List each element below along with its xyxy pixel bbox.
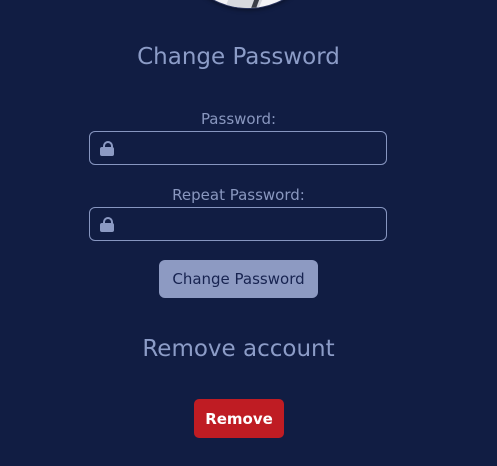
change-password-button[interactable]: Change Password [159, 260, 318, 298]
repeat-password-label: Repeat Password: [172, 186, 305, 204]
password-label: Password: [200, 110, 277, 128]
remove-account-button[interactable]: Remove [194, 399, 284, 438]
avatar [174, 0, 322, 8]
password-field[interactable] [89, 131, 387, 166]
repeat-password-input[interactable] [124, 208, 386, 242]
repeat-password-field[interactable] [89, 207, 387, 242]
lock-icon [100, 141, 114, 156]
remove-account-title: Remove account [142, 336, 335, 362]
change-password-title: Change Password [137, 44, 340, 70]
lock-icon [100, 217, 114, 232]
password-input[interactable] [124, 132, 386, 166]
